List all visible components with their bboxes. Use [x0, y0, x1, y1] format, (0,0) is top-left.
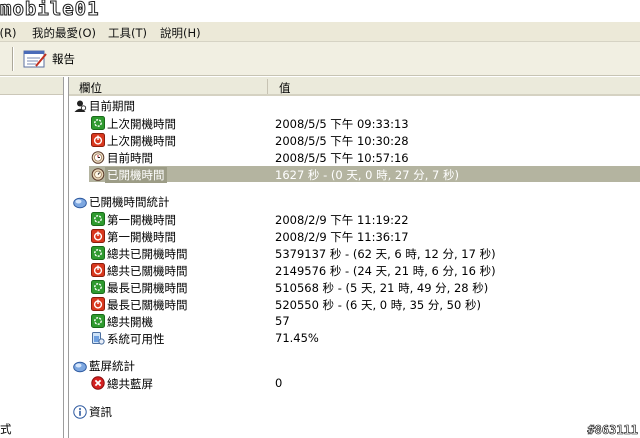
item-label: 最長已開機時間	[107, 280, 188, 295]
item-value: 2008/2/9 下午 11:19:22	[275, 213, 409, 228]
item-label: 上次開機時間	[107, 116, 176, 131]
group-title: 資訊	[89, 404, 112, 419]
item-label: 目前時間	[107, 150, 153, 165]
list-item[interactable]: 總共藍屏 0	[89, 375, 640, 391]
report-button[interactable]: 報告	[22, 47, 75, 71]
item-label: 總共藍屏	[107, 377, 153, 392]
power-on-icon	[91, 313, 105, 328]
group-header[interactable]: 資訊	[73, 404, 112, 420]
list-item[interactable]: 總共開機 57	[89, 313, 640, 329]
menu-item-tools[interactable]: 工具(T)	[108, 25, 147, 41]
menu-item-help[interactable]: 說明(H)	[160, 25, 201, 41]
item-value: 1627 秒 - (0 天, 0 時, 27 分, 7 秒)	[275, 167, 459, 182]
item-label: 第一開機時間	[107, 230, 176, 245]
watermark: #863111	[587, 423, 638, 438]
power-off-icon	[91, 132, 105, 147]
toolbar: 報告	[0, 42, 640, 76]
group-header[interactable]: 目前期間	[73, 98, 135, 114]
item-value: 520550 秒 - (6 天, 0 時, 35 分, 50 秒)	[275, 297, 481, 312]
column-separator[interactable]	[267, 79, 268, 94]
group-title: 目前期間	[89, 99, 135, 113]
menu-item-favorites[interactable]: 我的最愛(O)	[32, 25, 96, 41]
list-item[interactable]: 總共已開機時間 5379137 秒 - (62 天, 6 時, 12 分, 17 …	[89, 245, 640, 261]
power-off-icon	[91, 229, 105, 244]
list-item[interactable]: 第一開機時間 2008/2/9 下午 11:19:22	[89, 211, 640, 227]
item-value: 2008/5/5 下午 10:57:16	[275, 150, 409, 165]
item-label: 總共開機	[107, 314, 153, 329]
title-bar: mobile01	[0, 0, 640, 24]
power-on-icon	[91, 279, 105, 294]
group-header[interactable]: 已開機時間統計	[73, 194, 170, 210]
item-value: 2008/5/5 下午 10:30:28	[275, 133, 409, 148]
item-label: 總共已開機時間	[107, 247, 188, 262]
details-pane: 欄位 值 目前期間 上次開機時間 2008/5/5 下午 09:33:13 上次開機時…	[68, 77, 640, 438]
list-item[interactable]: 系統可用性 71.45%	[89, 330, 640, 346]
power-on-icon	[91, 115, 105, 130]
report-icon	[23, 50, 47, 68]
power-on-icon	[91, 246, 105, 261]
list-item[interactable]: 上次開機時間 2008/5/5 下午 10:30:28	[89, 132, 640, 148]
item-label: 總共已關機時間	[107, 263, 188, 278]
info-icon	[73, 405, 87, 419]
power-on-icon	[91, 212, 105, 227]
item-label: 系統可用性	[107, 331, 165, 346]
list-item[interactable]: 目前時間 2008/5/5 下午 10:57:16	[89, 149, 640, 165]
column-header: 欄位 值	[69, 77, 640, 96]
list-item[interactable]: 總共已關機時間 2149576 秒 - (24 天, 21 時, 6 分, 16 …	[89, 262, 640, 278]
power-off-icon	[91, 296, 105, 311]
mobile01-logo: mobile01	[0, 0, 100, 21]
menu-bar: 像(R) 我的最愛(O) 工具(T) 說明(H)	[0, 22, 640, 42]
list-item[interactable]: 最長已關機時間 520550 秒 - (6 天, 0 時, 35 分, 50 秒)	[89, 296, 640, 312]
item-label: 上次開機時間	[107, 133, 176, 148]
left-pane-text: 式	[0, 422, 12, 436]
stats-icon	[73, 359, 87, 373]
availability-icon	[91, 331, 105, 345]
left-pane-header	[0, 77, 63, 95]
menu-item-view[interactable]: 像(R)	[0, 25, 16, 41]
column-header-field[interactable]: 欄位	[79, 80, 102, 96]
item-label: 最長已關機時間	[107, 297, 188, 312]
item-value: 510568 秒 - (5 天, 21 時, 49 分, 28 秒)	[275, 280, 489, 295]
list-item[interactable]: 第一開機時間 2008/2/9 下午 11:36:17	[89, 228, 640, 244]
item-label: 第一開機時間	[107, 213, 176, 228]
item-value: 2008/5/5 下午 09:33:13	[275, 116, 409, 131]
item-value: 2008/2/9 下午 11:36:17	[275, 230, 409, 245]
list-item[interactable]: 最長已開機時間 510568 秒 - (5 天, 21 時, 49 分, 28 秒…	[89, 279, 640, 295]
error-icon	[91, 376, 105, 390]
uptime-icon	[91, 167, 105, 181]
user-icon	[73, 99, 87, 113]
left-pane: 式	[0, 77, 64, 438]
item-value: 57	[275, 313, 290, 328]
clock-icon	[91, 150, 105, 164]
list-item[interactable]: 已開機時間 1627 秒 - (0 天, 0 時, 27 分, 7 秒)	[89, 165, 640, 183]
toolbar-separator	[12, 47, 14, 71]
item-value: 0	[275, 376, 283, 391]
list-item[interactable]: 上次開機時間 2008/5/5 下午 09:33:13	[89, 115, 640, 131]
power-off-icon	[91, 262, 105, 277]
item-value: 2149576 秒 - (24 天, 21 時, 6 分, 16 秒)	[275, 263, 496, 278]
group-header[interactable]: 藍屏統計	[73, 358, 135, 374]
group-title: 已開機時間統計	[89, 195, 170, 210]
item-value: 5379137 秒 - (62 天, 6 時, 12 分, 17 秒)	[275, 247, 496, 262]
stats-icon	[73, 195, 87, 209]
column-header-value[interactable]: 值	[279, 80, 291, 96]
group-title: 藍屏統計	[89, 359, 135, 374]
item-value: 71.45%	[275, 330, 319, 345]
item-label: 已開機時間	[105, 166, 167, 183]
report-label: 報告	[52, 52, 75, 66]
